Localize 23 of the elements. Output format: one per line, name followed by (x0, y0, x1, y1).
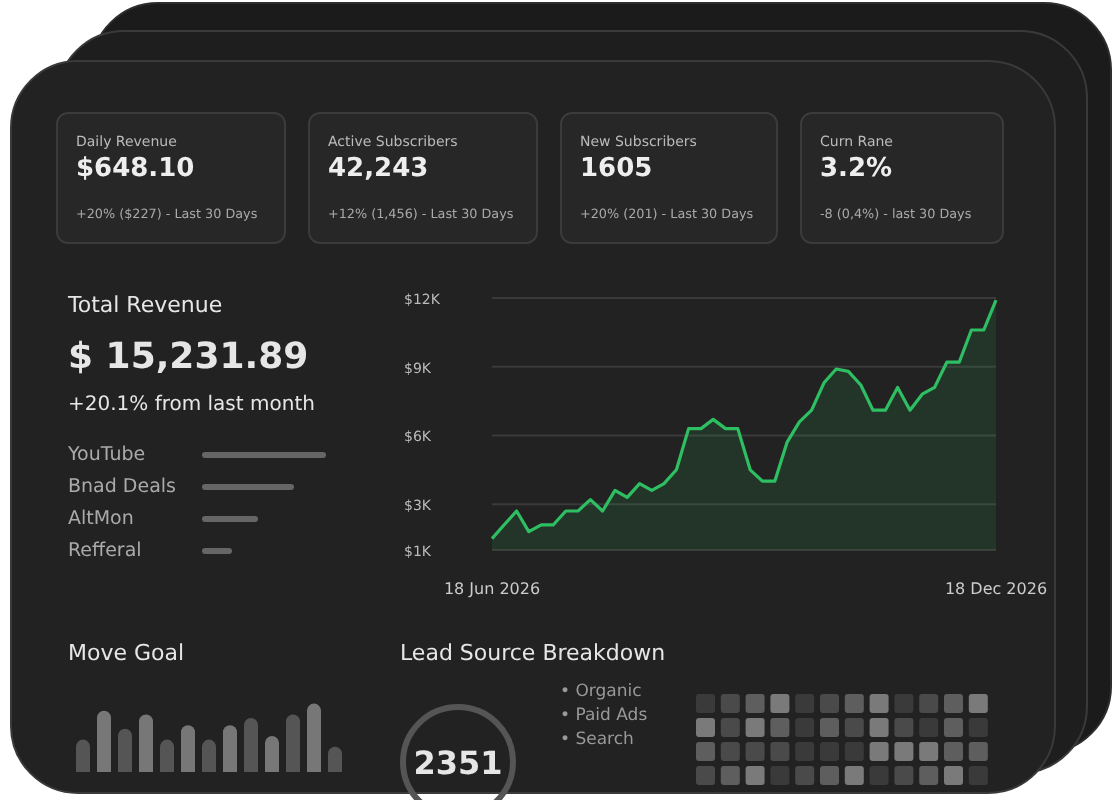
source-name: YouTube (68, 444, 148, 466)
section-title: Total Revenue (68, 292, 225, 318)
legend-item: • Paid Ads (560, 706, 648, 726)
axis-label: 18 Jun 2026 (443, 580, 541, 598)
stat-value: 42,243 (328, 154, 431, 184)
source-bar (202, 484, 294, 490)
source-bar (202, 452, 326, 458)
legend-item: • Organic (560, 682, 644, 702)
legend-item: • Search (560, 730, 636, 750)
source-name: Refferal (68, 540, 144, 562)
source-bar (202, 516, 258, 522)
stat-value: 3.2% (820, 154, 895, 184)
stat-value: $648.10 (76, 154, 197, 184)
stat-value: 1605 (580, 154, 655, 184)
revenue-change: +20.1% from last month (68, 394, 317, 416)
revenue-amount: $ 15,231.89 (68, 336, 311, 378)
section-title: Lead Source Breakdown (400, 640, 668, 666)
source-name: AltMon (68, 508, 136, 530)
source-bar (202, 548, 232, 554)
section-title: Move Goal (68, 640, 187, 666)
source-name: Bnad Deals (68, 476, 178, 498)
lead-total: 2351 (413, 743, 503, 781)
axis-label: 18 Dec 2026 (944, 580, 1048, 598)
